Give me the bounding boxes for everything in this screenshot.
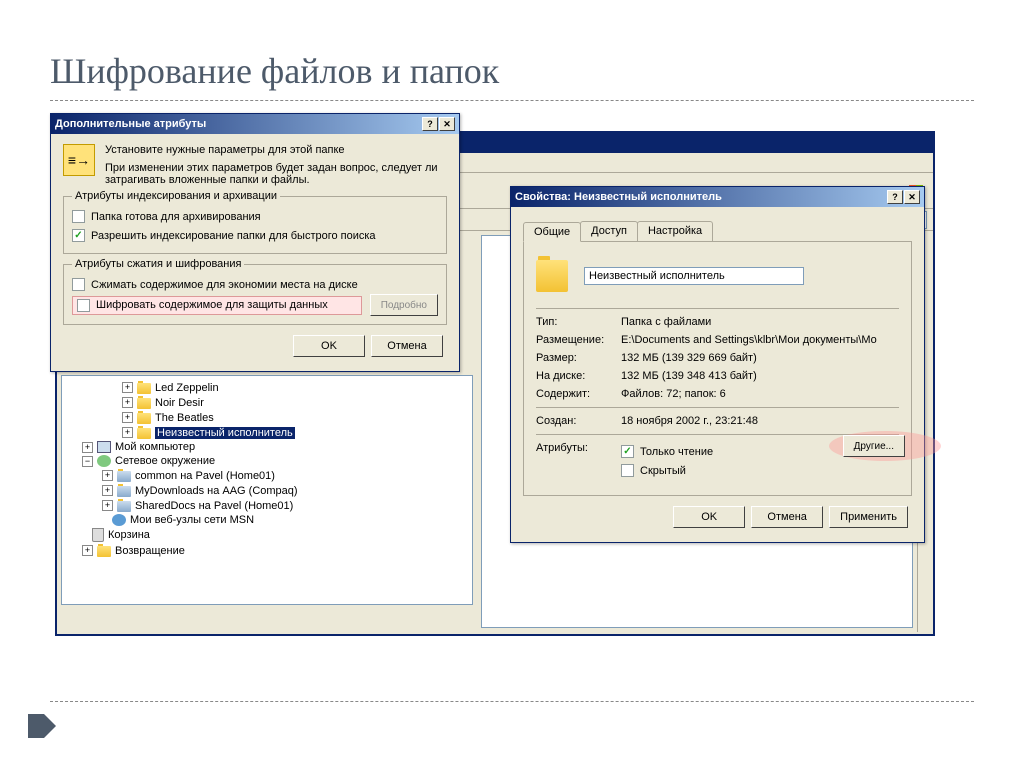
tree-item[interactable]: Noir Desir bbox=[155, 397, 204, 409]
group-title: Атрибуты индексирования и архивации bbox=[72, 190, 280, 202]
tree-item[interactable]: Возвращение bbox=[115, 545, 185, 557]
properties-titlebar[interactable]: Свойства: Неизвестный исполнитель ? ✕ bbox=[511, 187, 924, 207]
close-button[interactable]: ✕ bbox=[439, 117, 455, 131]
other-attributes-button[interactable]: Другие... bbox=[843, 435, 905, 457]
folder-icon bbox=[536, 260, 568, 292]
label-readonly: Только чтение bbox=[640, 446, 713, 458]
tab-access[interactable]: Доступ bbox=[580, 221, 638, 241]
expand-icon[interactable]: + bbox=[82, 545, 93, 556]
instruction-text-2: При изменении этих параметров будет зада… bbox=[105, 162, 447, 186]
label-created: Создан: bbox=[536, 415, 621, 427]
expand-icon[interactable]: + bbox=[102, 485, 113, 496]
label-attributes: Атрибуты: bbox=[536, 442, 621, 454]
computer-icon bbox=[97, 441, 111, 453]
tree-item-selected[interactable]: Неизвестный исполнитель bbox=[155, 427, 295, 439]
expand-icon[interactable]: + bbox=[122, 412, 133, 423]
tree-item[interactable]: common на Pavel (Home01) bbox=[135, 470, 275, 482]
label-hidden: Скрытый bbox=[640, 465, 686, 477]
value-contains: Файлов: 72; папок: 6 bbox=[621, 388, 899, 400]
group-title: Атрибуты сжатия и шифрования bbox=[72, 258, 244, 270]
close-button[interactable]: ✕ bbox=[904, 190, 920, 204]
encrypt-row-highlighted: Шифровать содержимое для защиты данных bbox=[72, 296, 362, 315]
attr-titlebar[interactable]: Дополнительные атрибуты ? ✕ bbox=[51, 114, 459, 134]
properties-dialog: Свойства: Неизвестный исполнитель ? ✕ Об… bbox=[510, 186, 925, 543]
divider-top bbox=[50, 100, 974, 101]
value-size: 132 МБ (139 329 669 байт) bbox=[621, 352, 899, 364]
checkbox-archive[interactable] bbox=[72, 210, 85, 223]
label-compress: Сжимать содержимое для экономии места на… bbox=[91, 279, 358, 291]
folder-name-input[interactable] bbox=[584, 267, 804, 285]
label-encrypt: Шифровать содержимое для защиты данных bbox=[96, 299, 328, 311]
details-button[interactable]: Подробно bbox=[370, 294, 438, 316]
group-compress-encrypt: Атрибуты сжатия и шифрования Сжимать сод… bbox=[63, 264, 447, 325]
instruction-text: Установите нужные параметры для этой пап… bbox=[105, 144, 447, 156]
checkbox-readonly[interactable] bbox=[621, 445, 634, 458]
tree-item[interactable]: MyDownloads на AAG (Compaq) bbox=[135, 485, 298, 497]
advanced-attributes-dialog: Дополнительные атрибуты ? ✕ ≡→ Установит… bbox=[50, 113, 460, 372]
checkbox-compress[interactable] bbox=[72, 278, 85, 291]
collapse-icon[interactable]: − bbox=[82, 456, 93, 467]
expand-icon[interactable]: + bbox=[82, 442, 93, 453]
recycle-bin-icon bbox=[92, 528, 104, 542]
tree-item[interactable]: Корзина bbox=[108, 529, 150, 541]
help-button[interactable]: ? bbox=[422, 117, 438, 131]
value-ondisk: 132 МБ (139 348 413 байт) bbox=[621, 370, 899, 382]
slide-title: Шифрование файлов и папок bbox=[50, 50, 974, 92]
cancel-button[interactable]: Отмена bbox=[751, 506, 823, 528]
checkbox-hidden[interactable] bbox=[621, 464, 634, 477]
checkbox-index[interactable] bbox=[72, 229, 85, 242]
tab-settings[interactable]: Настройка bbox=[637, 221, 713, 241]
expand-icon[interactable]: + bbox=[102, 470, 113, 481]
expand-icon[interactable]: + bbox=[102, 500, 113, 511]
tree-item[interactable]: Сетевое окружение bbox=[115, 455, 215, 467]
divider-bottom bbox=[50, 701, 974, 702]
label-index: Разрешить индексирование папки для быстр… bbox=[91, 230, 376, 242]
value-type: Папка с файлами bbox=[621, 316, 899, 328]
label-archive: Папка готова для архивирования bbox=[91, 211, 261, 223]
label-type: Тип: bbox=[536, 316, 621, 328]
value-created: 18 ноября 2002 г., 23:21:48 bbox=[621, 415, 899, 427]
group-index-archive: Атрибуты индексирования и архивации Папк… bbox=[63, 196, 447, 254]
label-contains: Содержит: bbox=[536, 388, 621, 400]
cancel-button[interactable]: Отмена bbox=[371, 335, 443, 357]
expand-icon[interactable]: + bbox=[122, 397, 133, 408]
checkbox-encrypt[interactable] bbox=[77, 299, 90, 312]
tree-item[interactable]: Мои веб-узлы сети MSN bbox=[130, 514, 254, 526]
tree-item[interactable]: Led Zeppelin bbox=[155, 382, 219, 394]
apply-button[interactable]: Применить bbox=[829, 506, 908, 528]
tree-item[interactable]: The Beatles bbox=[155, 412, 214, 424]
label-ondisk: На диске: bbox=[536, 370, 621, 382]
expand-icon[interactable]: + bbox=[122, 427, 133, 438]
label-size: Размер: bbox=[536, 352, 621, 364]
web-icon bbox=[112, 514, 126, 526]
folder-tree[interactable]: + Led Zeppelin + Noir Desir + The Beatles +… bbox=[61, 375, 473, 605]
ok-button[interactable]: OK bbox=[673, 506, 745, 528]
network-icon bbox=[97, 455, 111, 467]
tab-general[interactable]: Общие bbox=[523, 222, 581, 242]
tree-item[interactable]: SharedDocs на Pavel (Home01) bbox=[135, 500, 293, 512]
dialog-title: Свойства: Неизвестный исполнитель bbox=[515, 191, 722, 203]
value-location: E:\Documents and Settings\klbr\Мои докум… bbox=[621, 334, 899, 346]
expand-icon[interactable]: + bbox=[122, 382, 133, 393]
help-button[interactable]: ? bbox=[887, 190, 903, 204]
ok-button[interactable]: OK bbox=[293, 335, 365, 357]
label-location: Размещение: bbox=[536, 334, 621, 346]
dialog-title: Дополнительные атрибуты bbox=[55, 118, 206, 130]
attributes-icon: ≡→ bbox=[63, 144, 95, 176]
tree-item[interactable]: Мой компьютер bbox=[115, 441, 195, 453]
slide-marker-icon bbox=[28, 714, 44, 738]
